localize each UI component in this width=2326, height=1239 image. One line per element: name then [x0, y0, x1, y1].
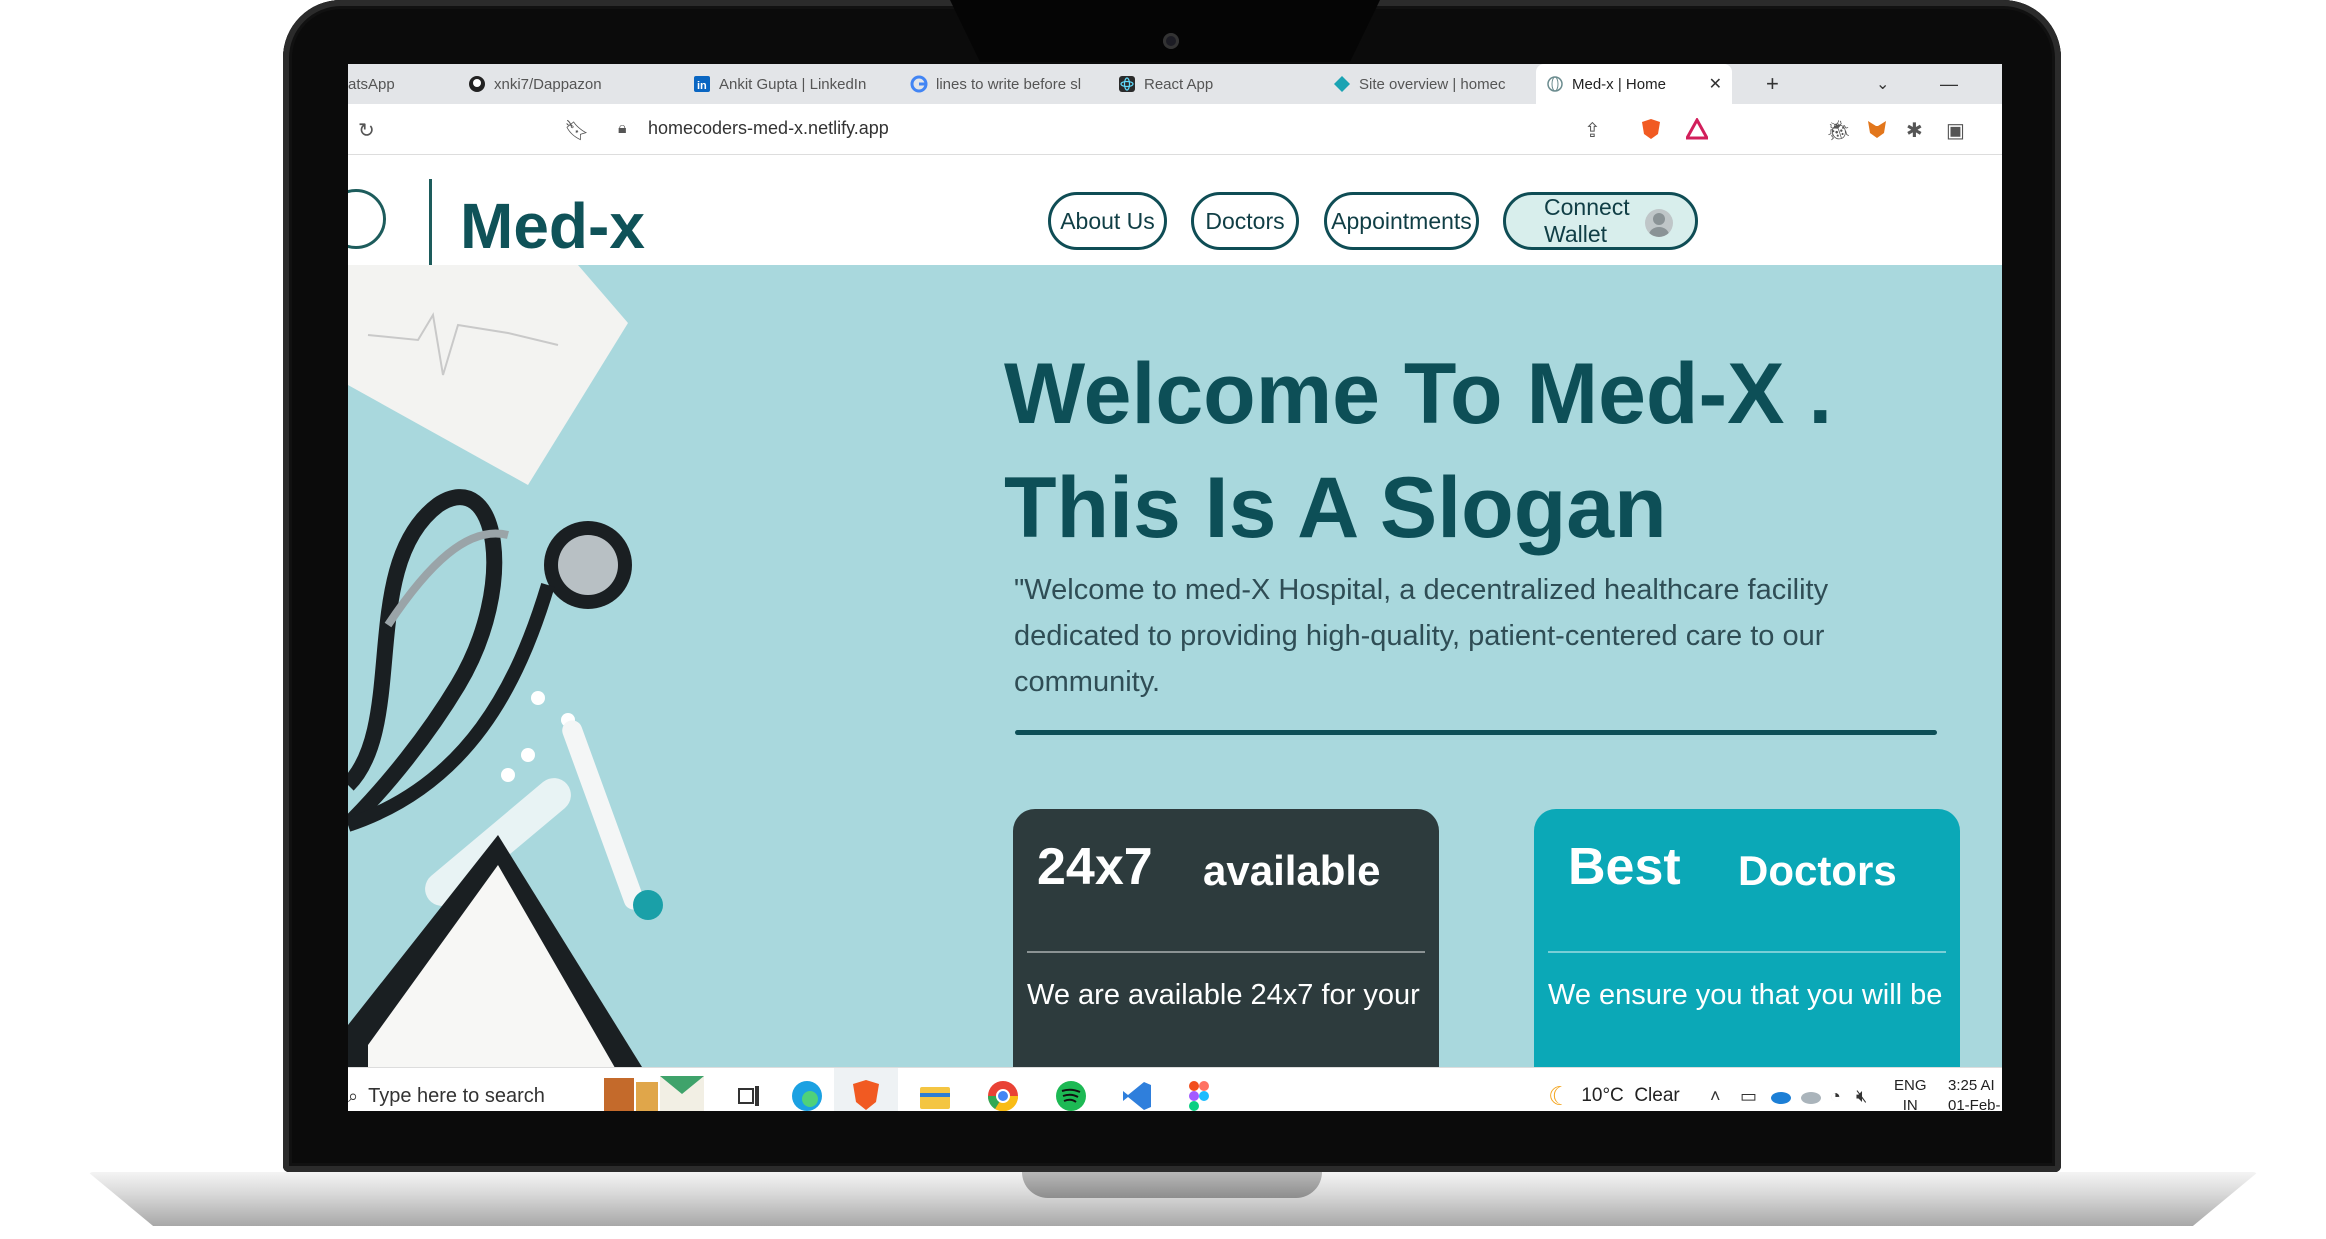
file-explorer-icon[interactable] — [918, 1068, 952, 1111]
clock-time: 3:25 AI — [1948, 1077, 1995, 1094]
bookmark-icon[interactable]: 🔖︎ — [564, 118, 589, 143]
spotify-icon[interactable] — [1054, 1068, 1088, 1111]
extensions-puzzle-icon[interactable]: ✱ — [1906, 118, 1923, 143]
lock-icon[interactable]: 🔒︎ — [618, 120, 627, 138]
webcam-icon — [1163, 33, 1179, 49]
hero-divider — [1015, 730, 1937, 735]
tab-netlify[interactable]: Site overview | homec — [1333, 64, 1533, 104]
new-tab-button[interactable]: + — [1766, 64, 1779, 104]
tab-label: Med-x | Home — [1572, 75, 1666, 93]
url-field[interactable]: homecoders-med-x.netlify.app — [648, 118, 889, 139]
task-view-icon[interactable] — [736, 1068, 762, 1111]
metamask-icon[interactable] — [1866, 118, 1888, 146]
card-title-a: 24x7 — [1037, 838, 1153, 896]
clock[interactable]: 3:25 AI 01-Feb- — [1948, 1068, 2002, 1111]
tab-label: React App — [1144, 75, 1214, 93]
weather-text: 10°C Clear — [1581, 1085, 1680, 1106]
minimize-window-icon[interactable]: — — [1940, 64, 1958, 104]
reload-icon[interactable]: ↻ — [358, 118, 375, 143]
doctors-button[interactable]: Doctors — [1191, 192, 1299, 250]
tab-linkedin[interactable]: in Ankit Gupta | LinkedIn — [693, 64, 893, 104]
clock-date: 01-Feb- — [1948, 1097, 2001, 1111]
tab-label: Ankit Gupta | LinkedIn — [719, 75, 867, 93]
card-body: We ensure you that you will be — [1548, 979, 1943, 1011]
region-code: IN — [1902, 1097, 1918, 1111]
laptop-base-notch — [1022, 1172, 1322, 1198]
tab-react[interactable]: React App — [1118, 64, 1318, 104]
screen: atsApp xnki7/Dappazon in Ankit Gupta | L… — [348, 64, 2002, 1111]
taskbar-search-box[interactable]: ⌕ Type here to search — [348, 1068, 598, 1111]
brave-rewards-icon[interactable] — [1684, 116, 1710, 146]
weather-widget[interactable]: ☾ 10°C Clear — [1548, 1068, 1680, 1111]
avatar-icon — [1645, 209, 1673, 237]
show-hidden-icons-chevron-icon[interactable]: ˄ — [1710, 1068, 1721, 1111]
linkedin-icon: in — [694, 76, 710, 92]
volume-muted-icon[interactable]: 🔇︎ — [1856, 1068, 1867, 1111]
close-tab-icon[interactable]: ✕ — [1709, 74, 1722, 94]
site-header: Med-x About Us Doctors Appointments Conn… — [348, 155, 2002, 271]
onedrive-icon[interactable] — [1768, 1068, 1792, 1111]
netlify-icon — [1334, 76, 1350, 92]
logo-globe-icon[interactable] — [348, 189, 386, 249]
card-title-b: available — [1203, 847, 1381, 894]
tab-med-x-home[interactable]: Med-x | Home ✕ — [1536, 64, 1732, 104]
hero-title: Welcome To Med-X . This Is A Slogan — [1004, 337, 1832, 565]
language-code: ENG — [1894, 1077, 1927, 1094]
connect-wallet-button[interactable]: Connect Wallet — [1503, 192, 1698, 250]
meet-now-icon[interactable]: ▭ — [1740, 1068, 1757, 1111]
edge-browser-icon[interactable] — [790, 1068, 824, 1111]
tab-google[interactable]: lines to write before sl — [910, 64, 1110, 104]
tab-whatsapp[interactable]: atsApp — [348, 64, 418, 104]
tab-label: lines to write before sl — [936, 75, 1082, 93]
about-us-button[interactable]: About Us — [1048, 192, 1167, 250]
globe-icon — [1547, 76, 1563, 92]
github-icon — [469, 76, 485, 92]
feature-card-doctors: Best Doctors We ensure you that you will… — [1534, 809, 1960, 1109]
wifi-icon[interactable]: ◔ — [1830, 1068, 1841, 1111]
tab-label: xnki7/Dappazon — [494, 75, 602, 93]
figma-icon[interactable] — [1188, 1068, 1210, 1111]
search-highlight-icon[interactable] — [600, 1068, 710, 1111]
tab-github[interactable]: xnki7/Dappazon — [468, 64, 638, 104]
brave-shield-icon[interactable] — [1640, 118, 1662, 146]
hero-description: "Welcome to med-X Hospital, a decentrali… — [1014, 574, 1829, 698]
share-icon[interactable]: ⇪ — [1584, 118, 1601, 143]
hero-title-line1: Welcome To Med-X . — [1004, 346, 1833, 442]
search-icon: ⌕ — [348, 1085, 359, 1106]
feature-card-available: 24x7 available We are available 24x7 for… — [1013, 809, 1439, 1109]
windows-taskbar: ⌕ Type here to search ☾ 10°C Clear ˄ ▭ ◔… — [348, 1067, 2002, 1111]
brave-browser-icon[interactable] — [834, 1068, 898, 1111]
language-indicator[interactable]: ENG IN — [1894, 1068, 1927, 1111]
google-icon — [910, 75, 928, 93]
laptop-notch — [950, 0, 1380, 62]
vscode-icon[interactable] — [1120, 1068, 1154, 1111]
sidebar-toggle-icon[interactable]: ▣ — [1946, 118, 1965, 143]
browser-toolbar: ↻ 🔖︎ 🔒︎ homecoders-med-x.netlify.app ⇪ 🐞… — [348, 104, 2002, 155]
svg-text:in: in — [697, 80, 707, 92]
logo-divider — [429, 179, 432, 271]
tab-label: atsApp — [348, 75, 395, 93]
moon-icon: ☾ — [1548, 1080, 1572, 1111]
card-divider — [1027, 951, 1425, 953]
cloud-icon[interactable] — [1798, 1068, 1822, 1111]
card-title-a: Best — [1568, 838, 1681, 896]
hero-title-line2: This Is A Slogan — [1004, 460, 1667, 556]
extension-bug-icon[interactable]: 🐞︎ — [1826, 118, 1851, 143]
tab-label: Site overview | homec — [1359, 75, 1506, 93]
appointments-button[interactable]: Appointments — [1324, 192, 1479, 250]
brand-title[interactable]: Med-x — [460, 189, 645, 263]
card-divider — [1548, 951, 1946, 953]
card-title-b: Doctors — [1738, 847, 1897, 894]
react-icon — [1119, 76, 1135, 92]
medical-illustration — [348, 265, 670, 1111]
taskbar-search-placeholder: Type here to search — [368, 1084, 545, 1107]
chrome-icon[interactable] — [986, 1068, 1020, 1111]
hero-section: Welcome To Med-X . This Is A Slogan "Wel… — [348, 265, 2002, 1111]
card-body: We are available 24x7 for your — [1027, 979, 1420, 1011]
tab-search-chevron-icon[interactable]: ⌄ — [1876, 64, 1889, 104]
browser-tab-bar: atsApp xnki7/Dappazon in Ankit Gupta | L… — [348, 64, 2002, 104]
